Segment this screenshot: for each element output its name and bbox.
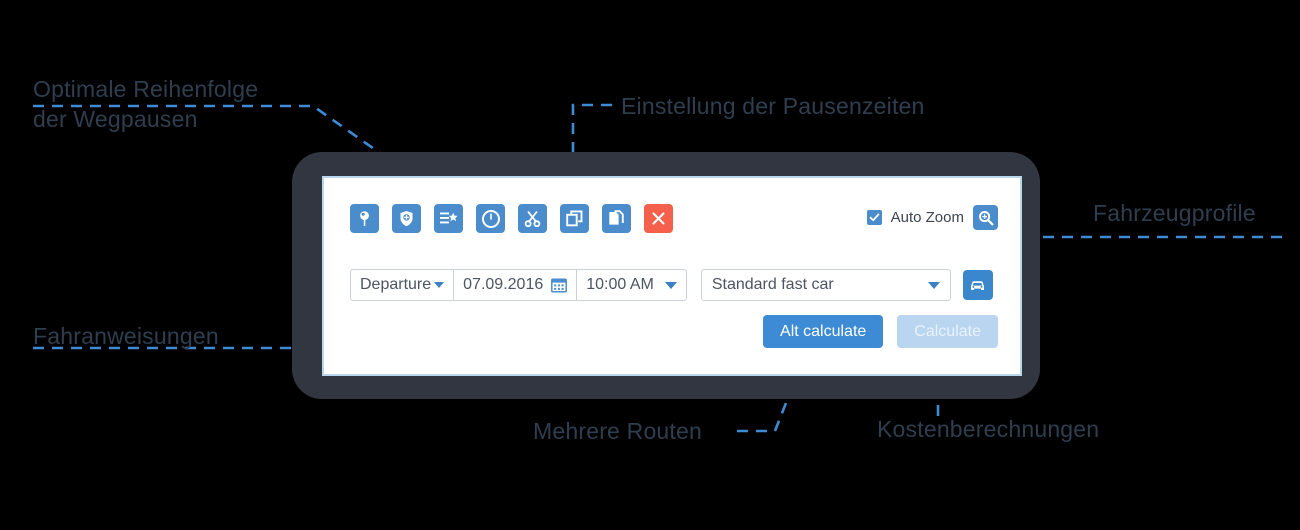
time-value: 10:00 AM — [586, 276, 654, 293]
departure-mode-value: Departure — [360, 276, 432, 293]
auto-zoom-label: Auto Zoom — [890, 209, 964, 226]
route-form-row: Departure 07.09.2016 10:00 AM Standard f… — [350, 269, 993, 301]
list-star-icon[interactable] — [434, 204, 463, 233]
app-screen: Auto Zoom Departure 07.09.2016 10:00 AM … — [322, 176, 1022, 376]
zoom-in-icon[interactable] — [973, 205, 998, 230]
shield-plus-icon[interactable] — [392, 204, 421, 233]
vehicle-profile-select[interactable]: Standard fast car — [700, 269, 951, 301]
date-field[interactable]: 07.09.2016 — [453, 270, 576, 300]
action-buttons: Alt calculate Calculate — [763, 315, 998, 348]
callout-multiple-routes: Mehrere Routen — [533, 418, 702, 444]
chevron-down-icon — [927, 281, 940, 289]
vehicle-profile-value: Standard fast car — [711, 276, 834, 293]
clock-icon[interactable] — [476, 204, 505, 233]
callout-break-settings: Einstellung der Pausenzeiten — [621, 93, 925, 119]
calculate-button[interactable]: Calculate — [897, 315, 998, 348]
scissors-icon[interactable] — [518, 204, 547, 233]
check-icon — [869, 213, 880, 222]
duplicate-icon[interactable] — [560, 204, 589, 233]
callout-driving-directions: Fahranweisungen — [33, 323, 219, 349]
alt-calculate-button[interactable]: Alt calculate — [763, 315, 884, 348]
datetime-group: Departure 07.09.2016 10:00 AM — [350, 269, 687, 301]
map-pin-icon[interactable] — [350, 204, 379, 233]
close-x-icon[interactable] — [644, 204, 673, 233]
time-dropdown[interactable]: 10:00 AM — [576, 270, 686, 300]
chevron-down-icon — [664, 281, 677, 289]
auto-zoom-checkbox[interactable] — [866, 210, 882, 225]
chevron-down-icon — [434, 282, 445, 288]
callout-cost-calculations: Kostenberechnungen — [877, 416, 1100, 442]
date-value: 07.09.2016 — [463, 276, 544, 293]
callout-vehicle-profiles: Fahrzeugprofile — [1093, 200, 1256, 226]
copy-pages-icon[interactable] — [602, 204, 631, 233]
calendar-icon[interactable] — [551, 277, 568, 293]
auto-zoom-group: Auto Zoom — [866, 205, 998, 230]
car-icon[interactable] — [962, 270, 993, 300]
toolbar — [350, 204, 673, 233]
departure-mode-dropdown[interactable]: Departure — [351, 270, 453, 300]
callout-optimal-order: Optimale Reihenfolge der Wegpausen — [33, 76, 259, 132]
